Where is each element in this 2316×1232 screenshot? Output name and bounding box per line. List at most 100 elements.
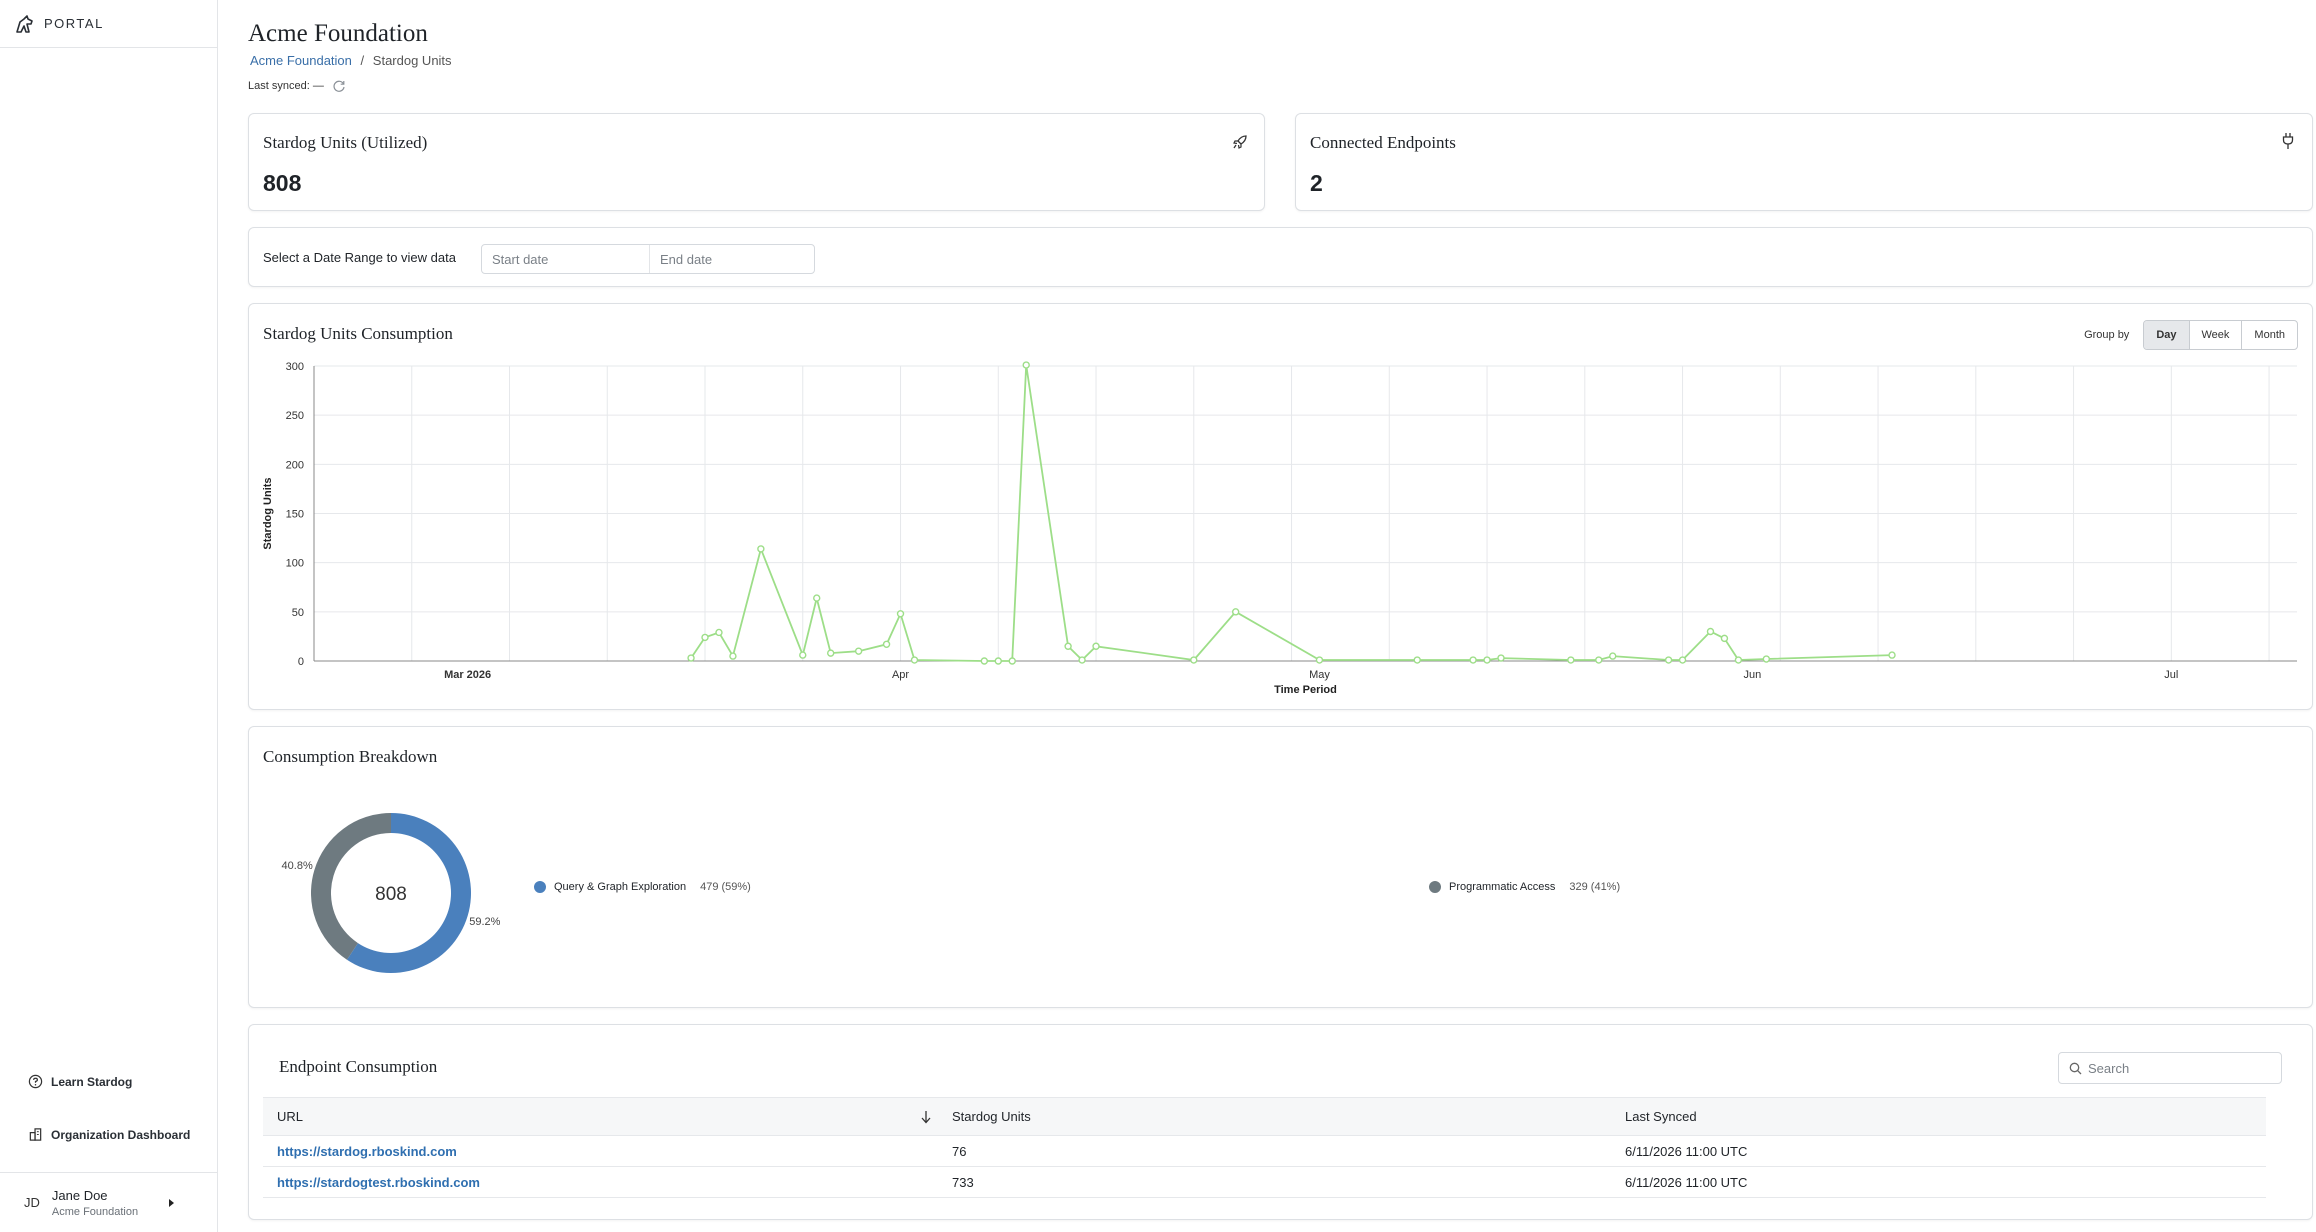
endpoint-title: Endpoint Consumption [279, 1057, 438, 1076]
data-point[interactable] [1315, 656, 1324, 664]
group-by-segmented: Day Week Month [2143, 320, 2298, 350]
data-point[interactable] [1092, 642, 1100, 650]
learn-stardog-link[interactable]: Learn Stardog [28, 1074, 132, 1089]
data-point[interactable] [1190, 656, 1198, 664]
endpoint-url-link[interactable]: https://stardogtest.rboskind.com [277, 1175, 480, 1190]
consumption-chart-card: Stardog Units Consumption Group by Day W… [248, 303, 2313, 710]
data-point[interactable] [1078, 656, 1086, 664]
breadcrumb-separator: / [360, 53, 365, 68]
slice-label: 40.8% [282, 860, 313, 872]
caret-right-icon [169, 1199, 174, 1207]
y-tick-label: 300 [286, 361, 304, 373]
x-tick-label: Mar 2026 [444, 669, 491, 681]
rocket-icon [1233, 135, 1247, 149]
group-by-label: Group by [2084, 329, 2130, 341]
data-point[interactable] [799, 651, 807, 659]
data-point[interactable] [1064, 642, 1072, 650]
data-point[interactable] [826, 649, 835, 657]
user-name: Jane Doe [51, 1187, 108, 1203]
table-header-row: URL Stardog Units Last Synced [263, 1097, 2266, 1136]
x-tick-label: Apr [892, 669, 909, 681]
date-range-card: Select a Date Range to view data [248, 227, 2313, 287]
date-range-picker[interactable] [481, 244, 816, 274]
organization-dashboard-link[interactable]: Organization Dashboard [28, 1127, 190, 1142]
table-cell-url: https://stardog.rboskind.com [263, 1135, 938, 1167]
data-point[interactable] [813, 594, 821, 602]
start-date-input[interactable] [482, 245, 649, 273]
data-point[interactable] [882, 640, 891, 648]
legend-label-query: Query & Graph Exploration [554, 881, 687, 893]
legend-item-query: Query & Graph Exploration 479 (59%) [534, 881, 751, 893]
group-by-day-button[interactable]: Day [2144, 321, 2189, 349]
stardog-logo-icon [16, 14, 33, 33]
data-point[interactable] [1678, 656, 1687, 664]
column-header-units[interactable]: Stardog Units [938, 1097, 1611, 1136]
sync-status: Last synced: — [248, 79, 346, 93]
data-point[interactable] [1231, 608, 1240, 616]
data-point[interactable] [1706, 627, 1715, 636]
table-cell-url: https://stardogtest.rboskind.com [263, 1166, 938, 1198]
group-by-control: Group by Day Week Month [2084, 320, 2298, 350]
breadcrumb: Acme Foundation / Stardog Units [250, 53, 452, 68]
y-tick-label: 200 [286, 459, 304, 471]
table-row: https://stardog.rboskind.com 76 6/11/202… [263, 1135, 2266, 1167]
legend-dot-query [534, 881, 546, 893]
data-point[interactable] [994, 657, 1002, 665]
data-point[interactable] [1469, 656, 1477, 664]
y-tick-label: 150 [286, 509, 304, 521]
data-point[interactable] [1595, 656, 1603, 664]
y-tick-label: 100 [286, 558, 304, 570]
endpoint-card: Endpoint Consumption URL Stardog Units L… [248, 1024, 2313, 1220]
data-point[interactable] [757, 545, 765, 553]
plug-icon [2282, 133, 2294, 149]
breadcrumb-link-org[interactable]: Acme Foundation [250, 53, 352, 68]
y-tick-label: 0 [298, 656, 304, 668]
data-point[interactable] [1888, 651, 1896, 659]
table-cell-synced: 6/11/2026 11:00 UTC [1611, 1135, 2266, 1167]
data-point[interactable] [1720, 634, 1729, 643]
data-point[interactable] [1609, 652, 1617, 660]
column-header-url[interactable]: URL [263, 1097, 938, 1136]
data-point[interactable] [687, 654, 695, 662]
data-point[interactable] [1413, 656, 1421, 664]
data-point[interactable] [1567, 656, 1575, 664]
x-tick-label: May [1309, 669, 1330, 681]
endpoint-url-link[interactable]: https://stardog.rboskind.com [277, 1144, 457, 1159]
data-point[interactable] [701, 633, 709, 642]
data-point[interactable] [910, 656, 919, 664]
data-point[interactable] [715, 628, 723, 637]
y-tick-label: 50 [292, 607, 304, 619]
group-by-month-button[interactable]: Month [2241, 321, 2297, 349]
brand[interactable]: PORTAL [0, 0, 217, 48]
data-point[interactable] [1022, 361, 1030, 369]
column-label-url: URL [277, 1109, 304, 1124]
data-point[interactable] [980, 657, 989, 665]
table-cell-units: 76 [938, 1135, 1611, 1167]
data-point[interactable] [1483, 656, 1491, 664]
breakdown-donut-chart: 59.2% 40.8% 808 [282, 813, 501, 973]
end-date-input[interactable] [649, 245, 816, 273]
breadcrumb-current: Stardog Units [372, 53, 452, 68]
group-by-week-button[interactable]: Week [2188, 321, 2242, 349]
endpoint-search[interactable] [2058, 1052, 2282, 1084]
data-point[interactable] [1664, 656, 1673, 664]
stat-card-units: Stardog Units (Utilized) 808 [248, 113, 1265, 211]
y-tick-label: 250 [286, 410, 304, 422]
data-point[interactable] [1008, 657, 1016, 665]
column-header-synced[interactable]: Last Synced [1611, 1097, 2266, 1136]
sort-arrow-down-icon[interactable] [920, 1110, 932, 1124]
legend-label-programmatic: Programmatic Access [1449, 881, 1556, 893]
search-input[interactable] [2088, 1060, 2268, 1076]
data-point[interactable] [1762, 655, 1771, 663]
legend-item-programmatic: Programmatic Access 329 (41%) [1429, 881, 1620, 893]
user-menu[interactable]: JD Jane Doe Acme Foundation [0, 1172, 218, 1232]
data-point[interactable] [854, 647, 863, 655]
data-point[interactable] [729, 652, 737, 660]
data-point[interactable] [896, 610, 905, 618]
table-cell-units: 733 [938, 1166, 1611, 1198]
data-point[interactable] [1734, 656, 1743, 664]
refresh-icon[interactable] [332, 79, 346, 93]
building-icon [29, 1128, 42, 1141]
search-icon [2069, 1062, 2082, 1074]
data-point[interactable] [1497, 654, 1505, 662]
